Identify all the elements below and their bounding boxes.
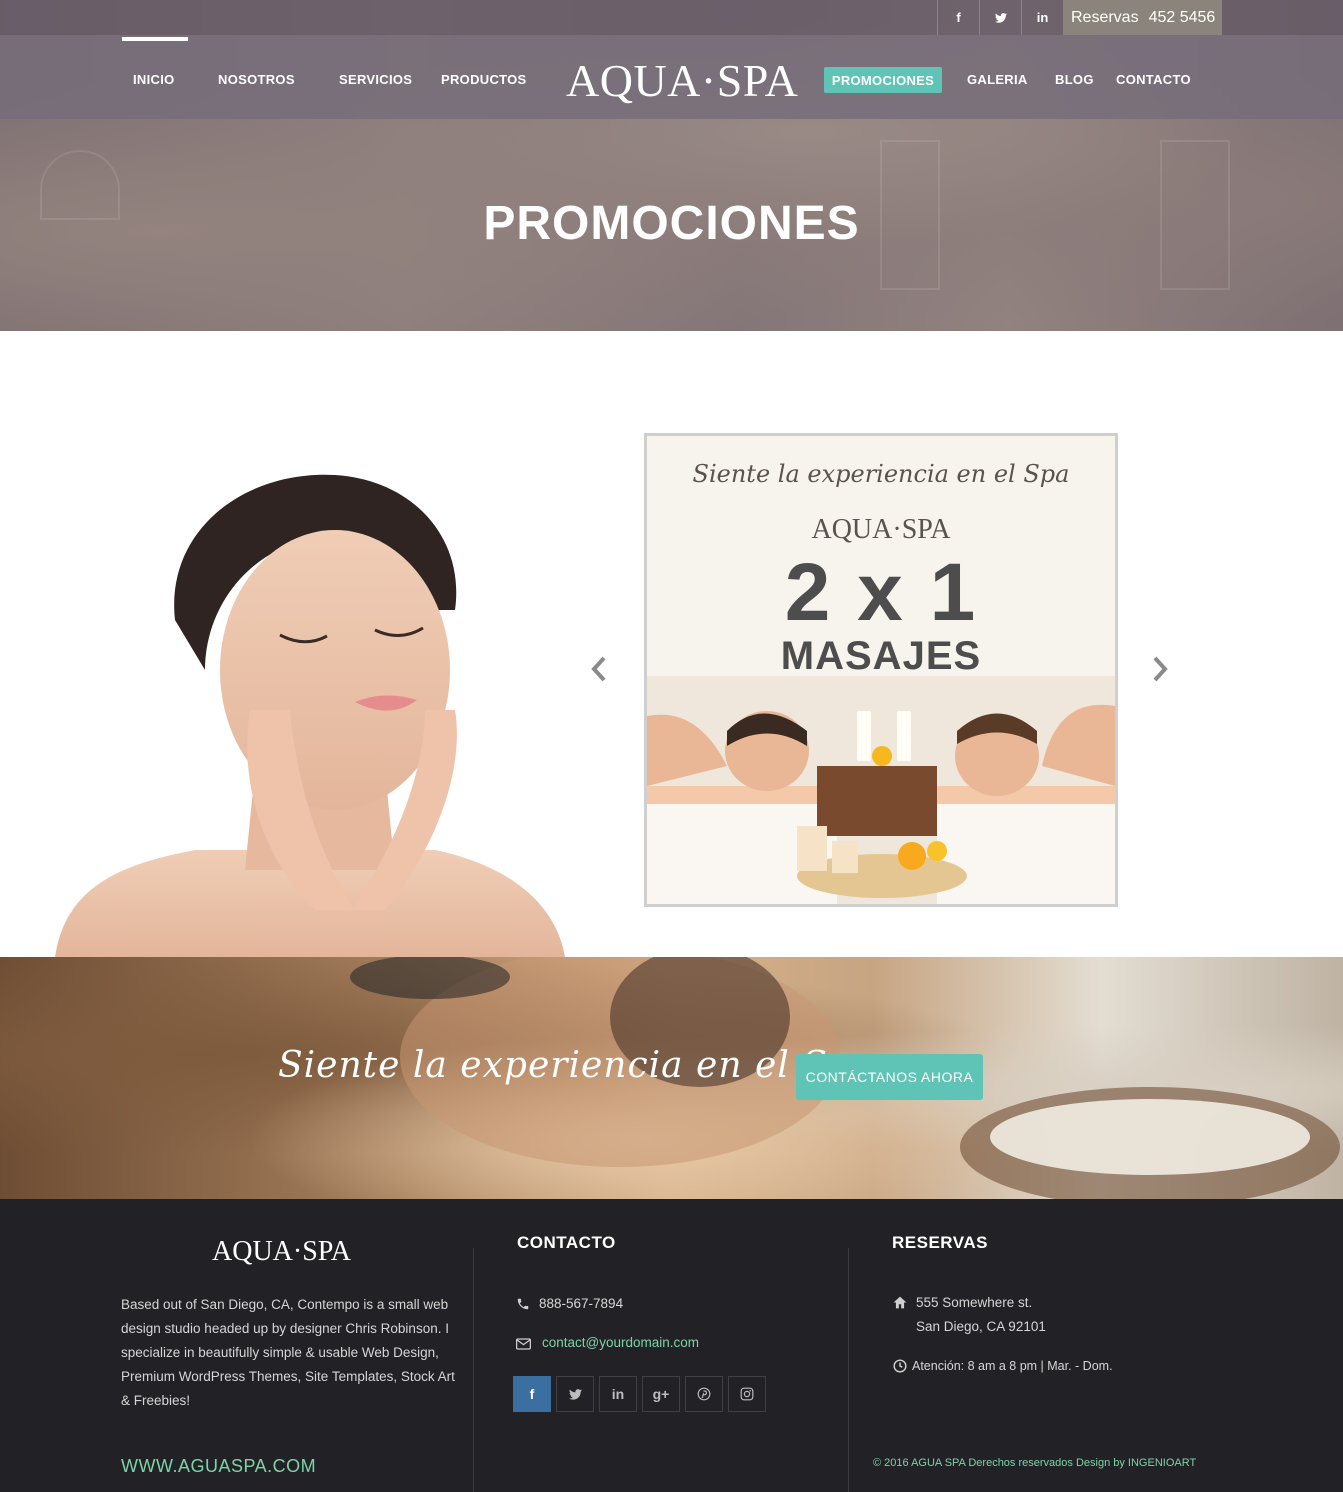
footer-contacto-heading: CONTACTO bbox=[517, 1233, 616, 1252]
reservas-phone-button[interactable]: Reservas 452 5456 bbox=[1063, 0, 1222, 35]
google-plus-icon[interactable]: g+ bbox=[642, 1376, 680, 1412]
linkedin-icon[interactable]: in bbox=[1021, 0, 1063, 35]
nav-item-blog[interactable]: BLOG bbox=[1055, 72, 1094, 87]
woman-face-image bbox=[55, 474, 565, 957]
linkedin-icon[interactable]: in bbox=[599, 1376, 637, 1412]
pinterest-icon[interactable] bbox=[685, 1376, 723, 1412]
promo-logo: AQUA·SPA bbox=[811, 514, 951, 545]
page-title: PROMOCIONES bbox=[483, 197, 860, 250]
contact-now-button[interactable]: CONTÁCTANOS AHORA bbox=[796, 1054, 983, 1100]
chevron-left-icon[interactable] bbox=[590, 656, 608, 686]
footer-phone[interactable]: 888-567-7894 bbox=[539, 1296, 623, 1311]
chevron-right-icon[interactable] bbox=[1153, 656, 1171, 686]
footer-reservas-heading: RESERVAS bbox=[892, 1233, 988, 1252]
facebook-icon[interactable]: f bbox=[513, 1376, 551, 1412]
nav-item-nosotros[interactable]: NOSOTROS bbox=[218, 72, 295, 87]
promo-subtitle: MASAJES bbox=[780, 634, 982, 678]
footer-website-link[interactable]: WWW.AGUASPA.COM bbox=[121, 1456, 316, 1477]
nav-item-productos[interactable]: PRODUCTOS bbox=[441, 72, 527, 87]
phone-icon bbox=[515, 1297, 531, 1313]
banner-script-text: Siente la experiencia en el Spa bbox=[278, 1045, 875, 1086]
clock-icon bbox=[892, 1359, 908, 1375]
footer-copyright: © 2016 AGUA SPA Derechos reservados Desi… bbox=[873, 1457, 1197, 1469]
reservas-phone: 452 5456 bbox=[1148, 8, 1216, 26]
footer-address-line1: 555 Somewhere st. bbox=[916, 1295, 1033, 1310]
footer-divider bbox=[473, 1248, 474, 1492]
home-icon bbox=[892, 1296, 908, 1312]
footer-hours: Atención: 8 am a 8 pm | Mar. - Dom. bbox=[912, 1359, 1113, 1373]
nav-item-contacto[interactable]: CONTACTO bbox=[1116, 72, 1191, 87]
site-logo[interactable]: AQUA·SPA bbox=[566, 54, 798, 107]
couple-massage-image bbox=[647, 676, 1115, 904]
nav-item-inicio[interactable]: INICIO bbox=[133, 72, 175, 87]
reservas-label: Reservas bbox=[1071, 8, 1139, 26]
promo-slide[interactable]: Siente la experiencia en el Spa AQUA·SPA… bbox=[644, 433, 1118, 907]
facebook-icon[interactable]: f bbox=[937, 0, 979, 35]
footer-address-line2: San Diego, CA 92101 bbox=[916, 1319, 1046, 1334]
footer-about-text: Based out of San Diego, CA, Contempo is … bbox=[121, 1297, 455, 1408]
twitter-icon[interactable] bbox=[979, 0, 1021, 35]
footer-divider bbox=[848, 1248, 849, 1492]
nav-item-servicios[interactable]: SERVICIOS bbox=[339, 72, 412, 87]
nav-item-galeria[interactable]: GALERIA bbox=[967, 72, 1028, 87]
envelope-icon bbox=[515, 1337, 531, 1353]
promo-offer: 2 x 1 bbox=[784, 547, 978, 638]
instagram-icon[interactable] bbox=[728, 1376, 766, 1412]
footer-email-link[interactable]: contact@yourdomain.com bbox=[542, 1335, 699, 1350]
nav-item-promociones[interactable]: PROMOCIONES bbox=[824, 67, 942, 93]
nav-active-indicator bbox=[122, 37, 188, 41]
promo-script-text: Siente la experiencia en el Spa bbox=[692, 460, 1070, 488]
footer-logo[interactable]: AQUA·SPA bbox=[212, 1236, 351, 1268]
twitter-icon[interactable] bbox=[556, 1376, 594, 1412]
